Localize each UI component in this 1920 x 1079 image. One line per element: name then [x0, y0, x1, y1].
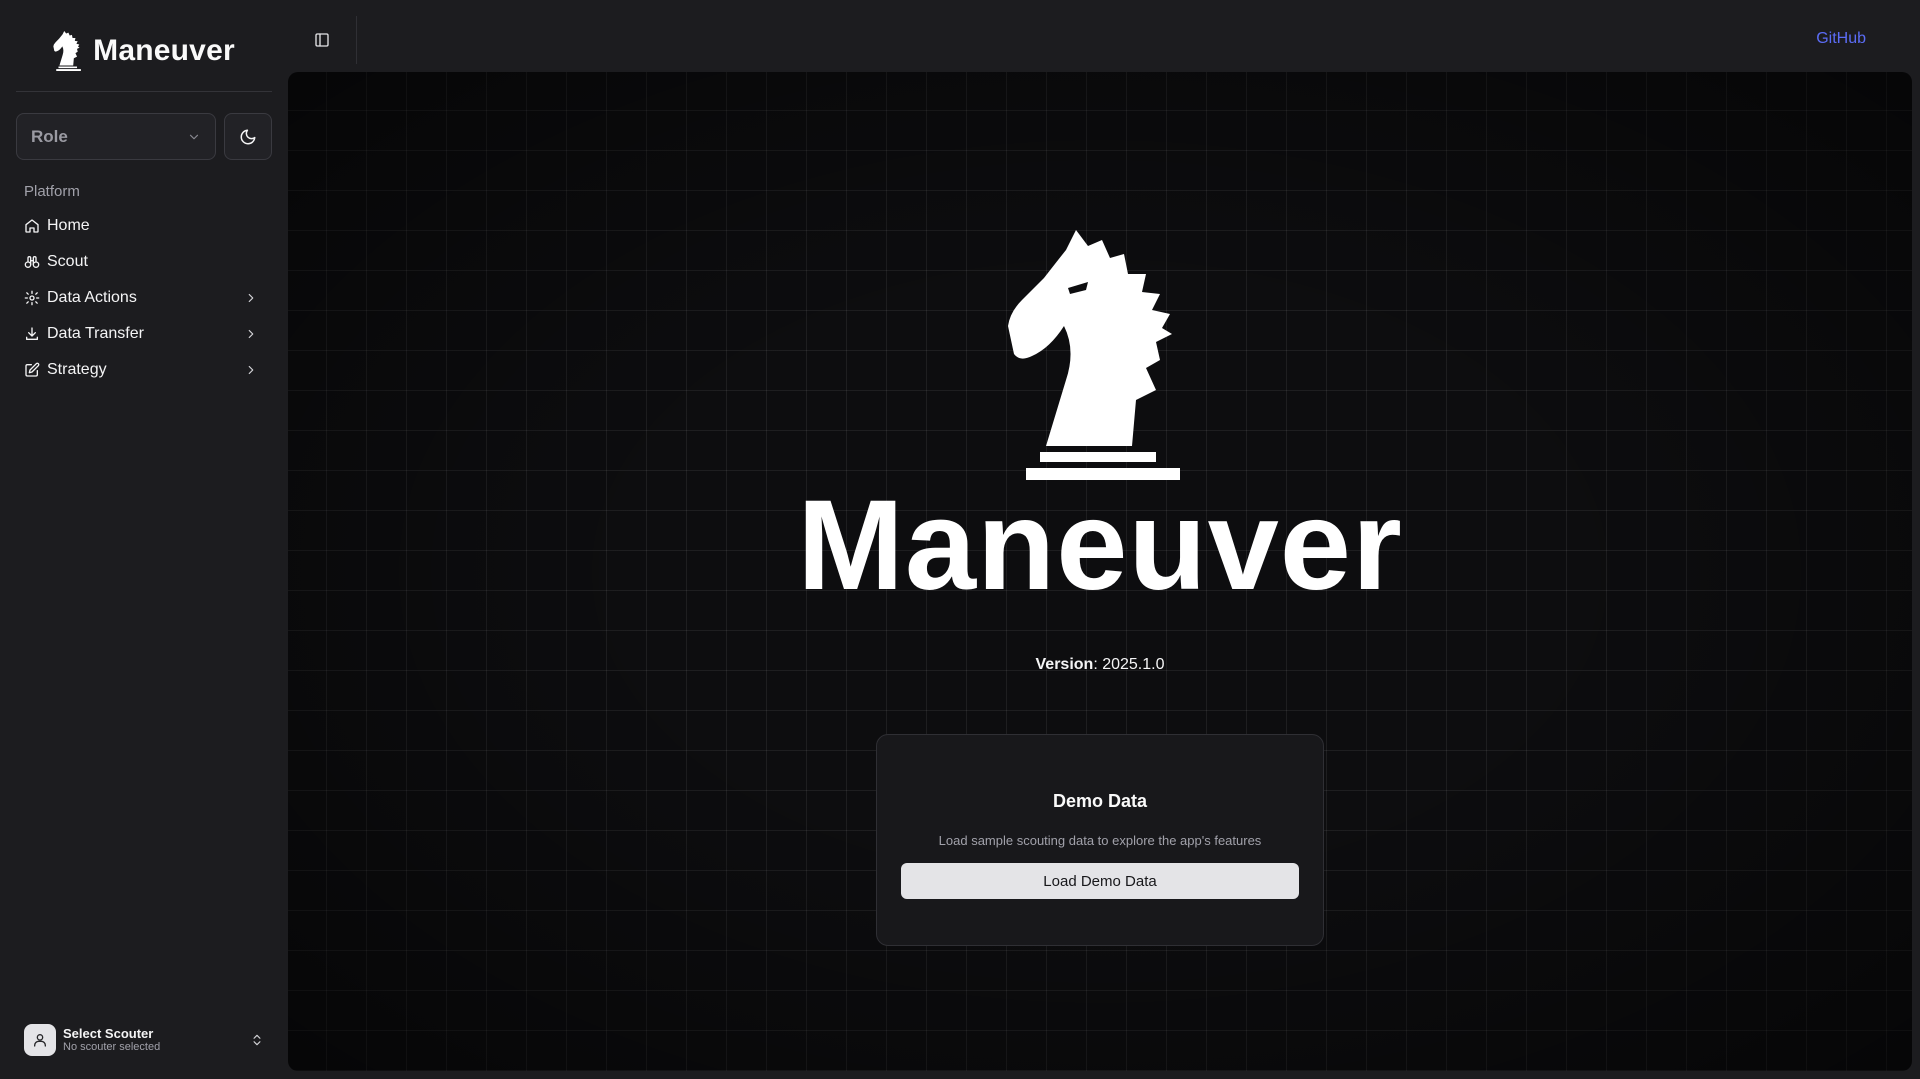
topbar: GitHub [288, 0, 1920, 72]
role-select[interactable]: Role [16, 113, 216, 160]
gear-icon [24, 290, 40, 306]
scouter-selector[interactable]: Select Scouter No scouter selected [16, 1018, 272, 1062]
user-icon [34, 1034, 46, 1047]
edit-icon [25, 362, 40, 377]
sidebar-item-strategy[interactable]: Strategy [16, 352, 272, 388]
topbar-divider [356, 16, 357, 64]
sidebar-divider [16, 91, 272, 92]
knight-logo-icon [53, 31, 82, 71]
panel-left-icon [315, 33, 329, 47]
sidebar-section-label: Platform [24, 183, 80, 200]
main-panel: Maneuver Version: 2025.1.0 Demo Data Loa… [288, 72, 1912, 1071]
knight-logo-icon [1008, 230, 1180, 480]
sidebar-item-label: Data Transfer [47, 325, 144, 342]
chevron-right-icon [248, 365, 254, 375]
moon-icon [240, 129, 256, 144]
home-icon [25, 219, 39, 233]
role-select-value: Role [31, 126, 68, 146]
sidebar-nav: Home Scout Data Actions Data Transfer St… [16, 208, 272, 388]
load-demo-data-button[interactable]: Load Demo Data [901, 863, 1299, 899]
sidebar: Maneuver Role Platform Home Scout Data A… [0, 0, 288, 1079]
chevron-down-icon [189, 134, 199, 139]
brand[interactable]: Maneuver [16, 26, 272, 76]
sidebar-toggle-button[interactable] [308, 26, 336, 54]
brand-name: Maneuver [93, 34, 235, 67]
scouter-subtitle: No scouter selected [63, 1041, 161, 1054]
card-description: Load sample scouting data to explore the… [938, 833, 1262, 848]
card-title: Demo Data [1052, 791, 1148, 811]
binoculars-icon [24, 256, 40, 268]
sidebar-item-label: Data Actions [47, 289, 137, 306]
scouter-title: Select Scouter [63, 1025, 154, 1041]
demo-data-card: Demo Data Load sample scouting data to e… [876, 734, 1324, 946]
hero-title: Maneuver [797, 474, 1403, 617]
chevrons-up-down-icon [253, 1034, 261, 1046]
app-root: Maneuver Role Platform Home Scout Data A… [0, 0, 1920, 1079]
chevron-right-icon [248, 293, 254, 303]
theme-toggle-button[interactable] [224, 113, 272, 160]
sidebar-item-label: Home [47, 217, 90, 234]
sidebar-item-label: Scout [47, 253, 88, 270]
version-value: : 2025.1.0 [1093, 656, 1165, 673]
download-icon [26, 327, 38, 340]
version-label: Version [1035, 656, 1094, 673]
scouter-text: Select Scouter No scouter selected [63, 1026, 250, 1055]
avatar [24, 1024, 56, 1056]
version-text: Version: 2025.1.0 [288, 656, 1912, 674]
sidebar-item-home[interactable]: Home [16, 208, 272, 244]
sidebar-item-scout[interactable]: Scout [16, 244, 272, 280]
sidebar-item-data-transfer[interactable]: Data Transfer [16, 316, 272, 352]
github-link[interactable]: GitHub [1816, 30, 1866, 48]
chevron-right-icon [248, 329, 254, 339]
sidebar-item-data-actions[interactable]: Data Actions [16, 280, 272, 316]
sidebar-item-label: Strategy [47, 361, 107, 378]
